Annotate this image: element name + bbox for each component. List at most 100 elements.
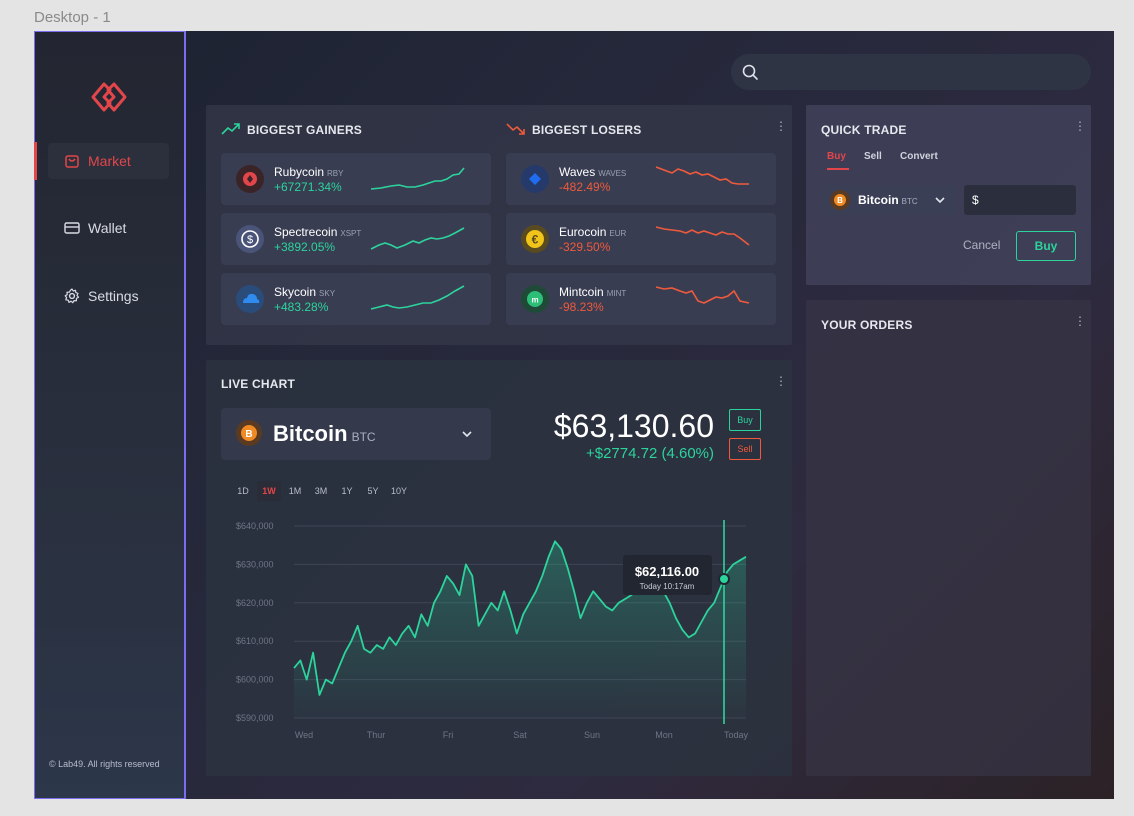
coin-name: Skycoin bbox=[274, 285, 317, 299]
losers-title: BIGGEST LOSERS bbox=[532, 123, 642, 137]
range-1d[interactable]: 1D bbox=[231, 481, 255, 501]
loser-card-waves[interactable]: Waves WAVES -482.49% bbox=[506, 153, 776, 205]
search-input[interactable] bbox=[731, 54, 1091, 90]
tab-sell[interactable]: Sell bbox=[864, 151, 882, 162]
price-change: +$2774.72 (4.60%) bbox=[585, 445, 714, 462]
tooltip-time: Today 10:17am bbox=[640, 582, 695, 591]
x-tick-label: Sat bbox=[513, 730, 527, 740]
coin-name: Mintcoin bbox=[559, 285, 604, 299]
range-5y[interactable]: 5Y bbox=[361, 481, 385, 501]
sell-button[interactable]: Sell bbox=[729, 438, 761, 460]
coin-select-dropdown[interactable]: B Bitcoin BTC bbox=[822, 185, 956, 215]
coin-name: Rubycoin bbox=[274, 165, 325, 179]
sidebar-item-label: Settings bbox=[88, 288, 139, 304]
sidebar-item-market[interactable]: Market bbox=[48, 143, 169, 179]
coin-ticker: WAVES bbox=[598, 169, 627, 178]
sidebar-item-label: Wallet bbox=[88, 220, 127, 236]
quick-trade-title: QUICK TRADE bbox=[821, 123, 907, 137]
price-tooltip: $62,116.00 Today 10:17am bbox=[623, 555, 712, 595]
kebab-menu-icon[interactable]: ⋮ bbox=[1074, 120, 1086, 132]
spectrecoin-icon: $ bbox=[236, 225, 264, 253]
y-tick-label: $620,000 bbox=[236, 598, 274, 608]
svg-text:B: B bbox=[245, 429, 252, 440]
y-tick-label: $640,000 bbox=[236, 521, 274, 531]
crosshair-point bbox=[718, 573, 730, 585]
range-1w[interactable]: 1W bbox=[257, 481, 281, 501]
tab-buy[interactable]: Buy bbox=[827, 151, 846, 162]
range-10y[interactable]: 10Y bbox=[387, 481, 411, 501]
chevron-down-icon bbox=[462, 431, 472, 438]
x-tick-label: Fri bbox=[443, 730, 454, 740]
svg-text:€: € bbox=[532, 233, 539, 247]
y-tick-label: $610,000 bbox=[236, 636, 274, 646]
gainer-card-rubycoin[interactable]: Rubycoin RBY +67271.34% bbox=[221, 153, 491, 205]
orders-panel: YOUR ORDERS ⋮ bbox=[806, 300, 1091, 776]
coin-name: Bitcoin bbox=[273, 421, 348, 446]
sidebar-item-wallet[interactable]: Wallet bbox=[48, 210, 169, 246]
skycoin-icon bbox=[236, 285, 264, 313]
coin-change: +483.28% bbox=[274, 300, 329, 314]
credit-card-icon bbox=[64, 222, 80, 234]
x-tick-label: Today bbox=[724, 730, 749, 740]
range-1y[interactable]: 1Y bbox=[335, 481, 359, 501]
coin-name: Eurocoin bbox=[559, 225, 607, 239]
coin-change: +67271.34% bbox=[274, 180, 342, 194]
range-3m[interactable]: 3M bbox=[309, 481, 333, 501]
kebab-menu-icon[interactable]: ⋮ bbox=[775, 120, 787, 132]
coin-ticker: MINT bbox=[606, 289, 627, 298]
sparkline bbox=[655, 286, 750, 304]
coin-ticker: BTC bbox=[351, 430, 376, 444]
coin-change: -98.23% bbox=[559, 300, 604, 314]
coin-name: Bitcoin bbox=[858, 193, 899, 207]
coin-name: Spectrecoin bbox=[274, 225, 338, 239]
mintcoin-icon: m bbox=[521, 285, 549, 313]
coin-change: +3892.05% bbox=[274, 240, 336, 254]
coin-ticker: RBY bbox=[327, 169, 344, 178]
chevron-down-icon bbox=[935, 197, 945, 204]
time-range-tabs: 1D 1W 1M 3M 1Y 5Y 10Y bbox=[231, 481, 411, 501]
coin-name: Waves bbox=[559, 165, 596, 179]
sidebar-item-settings[interactable]: Settings bbox=[48, 278, 169, 314]
frame-label: Desktop - 1 bbox=[34, 9, 111, 26]
price-chart[interactable]: $640,000 $630,000 $620,000 $610,000 $600,000… bbox=[206, 510, 792, 776]
copyright-text: © Lab49. All rights reserved bbox=[49, 759, 160, 769]
kebab-menu-icon[interactable]: ⋮ bbox=[775, 375, 787, 387]
tab-convert[interactable]: Convert bbox=[900, 151, 938, 162]
svg-text:$: $ bbox=[247, 234, 253, 246]
tab-indicator bbox=[827, 168, 849, 170]
svg-text:B: B bbox=[837, 196, 843, 205]
coin-change: -329.50% bbox=[559, 240, 611, 254]
cancel-button[interactable]: Cancel bbox=[963, 238, 1000, 252]
coin-select-dropdown[interactable]: B Bitcoin BTC bbox=[221, 408, 491, 460]
sparkline bbox=[655, 226, 750, 246]
coin-ticker: EUR bbox=[609, 229, 627, 238]
gainer-card-spectrecoin[interactable]: $ Spectrecoin XSPT +3892.05% bbox=[221, 213, 491, 265]
sidebar-item-label: Market bbox=[88, 153, 131, 169]
kebab-menu-icon[interactable]: ⋮ bbox=[1074, 315, 1086, 327]
amount-input[interactable]: $ bbox=[964, 185, 1076, 215]
gear-icon bbox=[64, 288, 80, 304]
range-1m[interactable]: 1M bbox=[283, 481, 307, 501]
sidebar: Market Wallet Settings © Lab49. All righ… bbox=[34, 31, 186, 799]
x-tick-label: Thur bbox=[367, 730, 386, 740]
coin-ticker: SKY bbox=[319, 289, 336, 298]
current-price: $63,130.60 bbox=[553, 408, 714, 444]
bitcoin-icon: B bbox=[830, 190, 850, 210]
live-chart-title: LIVE CHART bbox=[221, 377, 295, 391]
search-icon bbox=[742, 64, 758, 80]
tooltip-price: $62,116.00 bbox=[635, 564, 699, 579]
movers-panel: BIGGEST GAINERS BIGGEST LOSERS ⋮ Rubycoi… bbox=[206, 105, 792, 345]
sparkline bbox=[370, 167, 465, 190]
buy-button[interactable]: Buy bbox=[729, 409, 761, 431]
waves-icon bbox=[521, 165, 549, 193]
coin-ticker: BTC bbox=[901, 197, 918, 206]
gainer-card-skycoin[interactable]: Skycoin SKY +483.28% bbox=[221, 273, 491, 325]
loser-card-eurocoin[interactable]: € Eurocoin EUR -329.50% bbox=[506, 213, 776, 265]
sparkline bbox=[370, 227, 465, 250]
trending-up-icon bbox=[221, 123, 240, 135]
buy-button[interactable]: Buy bbox=[1016, 231, 1076, 261]
gainers-title: BIGGEST GAINERS bbox=[247, 123, 363, 137]
nav-active-indicator bbox=[34, 142, 37, 180]
loser-card-mintcoin[interactable]: m Mintcoin MINT -98.23% bbox=[506, 273, 776, 325]
sparkline bbox=[370, 285, 465, 310]
